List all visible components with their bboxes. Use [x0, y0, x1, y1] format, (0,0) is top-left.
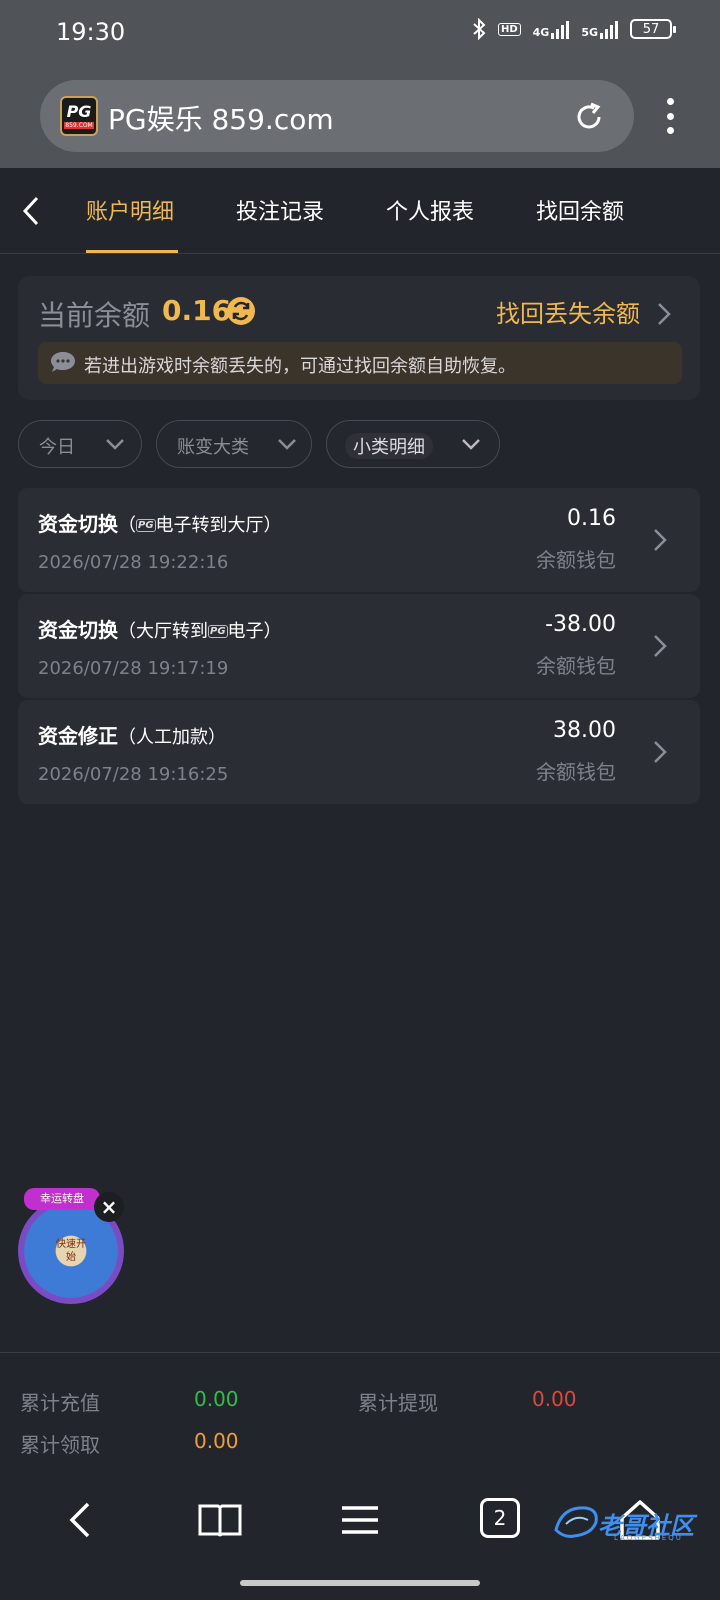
chevron-right-icon[interactable] [652, 526, 668, 554]
record-amount: -38.00 [545, 612, 616, 637]
total-withdraw-label: 累计提现 [358, 1391, 438, 1415]
record-amount: 38.00 [553, 718, 616, 743]
tab-personal-report[interactable]: 个人报表 [386, 194, 474, 226]
more-menu-icon[interactable] [666, 98, 674, 134]
filter-major-category[interactable]: 账变大类 [156, 420, 312, 468]
site-logo-text: PG [66, 101, 92, 121]
address-bar[interactable]: PG 859.COM PG娱乐 859.com [40, 80, 634, 152]
chevron-right-icon[interactable] [652, 738, 668, 766]
recover-notice: 若进出游戏时余额丢失的，可通过找回余额自助恢复。 [38, 342, 682, 384]
url-text[interactable]: PG娱乐 859.com [108, 98, 334, 138]
record-title: 资金修正（人工加款） [38, 720, 226, 749]
recover-lost-balance-link[interactable]: 找回丢失余额 [496, 294, 640, 329]
filter-sub-category[interactable]: 小类明细 [326, 420, 500, 468]
total-claim-value: 0.00 [194, 1429, 239, 1453]
balance-value: 0.16 [162, 294, 232, 327]
total-claim-label: 累计领取 [20, 1433, 100, 1457]
record-sub-pre: （ [118, 515, 136, 536]
record-wallet: 余额钱包 [536, 760, 616, 784]
record-title: 资金切换（大厅转到 PG 电子） [38, 614, 282, 643]
notice-text: 若进出游戏时余额丢失的，可通过找回余额自助恢复。 [84, 356, 516, 377]
network-5g-label: 5G [581, 26, 598, 39]
chevron-down-icon [106, 439, 124, 450]
bookmarks-icon[interactable] [196, 1496, 244, 1544]
browser-chrome: 19:30 HD 4G 5G 57 PG 859.COM PG娱乐 859.co… [0, 0, 720, 168]
record-time: 2026/07/28 19:16:25 [38, 764, 229, 785]
reload-icon[interactable] [572, 100, 606, 134]
status-time: 19:30 [56, 18, 126, 46]
wheel-banner: 幸运转盘 [24, 1188, 100, 1210]
signal-4g-icon: 4G [533, 19, 570, 39]
menu-icon[interactable] [336, 1496, 384, 1544]
chevron-down-icon [278, 439, 296, 450]
status-bar: 19:30 HD 4G 5G 57 [0, 0, 720, 64]
record-sub-pre: （人工加款） [118, 727, 226, 748]
network-4g-label: 4G [532, 26, 550, 39]
chevron-down-icon [462, 439, 480, 450]
dragon-icon [554, 1506, 598, 1538]
record-type: 资金修正 [38, 724, 118, 748]
record-row[interactable]: 资金修正（人工加款） 2026/07/28 19:16:25 38.00 余额钱… [18, 700, 700, 804]
site-logo-domain: 859.COM [64, 121, 94, 129]
total-deposit-value: 0.00 [194, 1387, 239, 1411]
record-sub-text: 电子） [227, 621, 282, 642]
pg-mini-icon: PG [136, 519, 156, 532]
bluetooth-icon [473, 18, 486, 40]
status-icons: HD 4G 5G 57 [472, 18, 676, 40]
summary-panel: 累计充值 0.00 累计提现 0.00 累计领取 0.00 [0, 1352, 720, 1457]
tab-bet-records[interactable]: 投注记录 [236, 194, 324, 226]
record-wallet: 余额钱包 [536, 654, 616, 678]
filter-date-label: 今日 [39, 437, 75, 458]
chevron-right-icon[interactable] [656, 300, 672, 328]
back-arrow-icon[interactable] [20, 194, 44, 228]
watermark-logo: 老哥社区 LAOGESHEQU [552, 1500, 702, 1544]
total-withdraw-value: 0.00 [532, 1387, 577, 1411]
record-wallet: 余额钱包 [536, 548, 616, 572]
active-tab-indicator [86, 250, 178, 253]
site-logo-icon: PG 859.COM [60, 96, 98, 136]
filter-major-label: 账变大类 [177, 437, 249, 458]
tab-recover-balance[interactable]: 找回余额 [536, 194, 624, 226]
nav-back-icon[interactable] [56, 1496, 104, 1544]
record-title: 资金切换（ PG 电子转到大厅） [38, 508, 282, 537]
watermark-subtext: LAOGESHEQU [614, 1534, 683, 1542]
browser-bottom-nav: 2 老哥社区 LAOGESHEQU [0, 1456, 720, 1600]
record-type: 资金切换 [38, 618, 118, 642]
battery-icon: 57 [630, 19, 676, 39]
record-sub-text: 电子转到大厅） [155, 515, 282, 536]
record-row[interactable]: 资金切换（大厅转到 PG 电子） 2026/07/28 19:17:19 -38.0… [18, 594, 700, 698]
record-row[interactable]: 资金切换（ PG 电子转到大厅） 2026/07/28 19:22:16 0.16 … [18, 488, 700, 592]
chat-bubble-icon [51, 352, 75, 372]
hd-badge: HD [497, 22, 521, 36]
record-time: 2026/07/28 19:17:19 [38, 658, 229, 679]
home-indicator[interactable] [240, 1580, 480, 1586]
record-type: 资金切换 [38, 512, 118, 536]
balance-card: 当前余额 0.16 找回丢失余额 若进出游戏时余额丢失的，可通过找回余额自助恢复… [18, 276, 700, 400]
battery-level: 57 [642, 21, 660, 37]
signal-5g-icon: 5G [581, 19, 618, 39]
tabs-count-button[interactable]: 2 [480, 1498, 520, 1538]
pg-mini-icon: PG [208, 625, 228, 638]
record-sub-pre: （大厅转到 [118, 621, 208, 642]
close-icon[interactable]: × [94, 1192, 124, 1222]
refresh-balance-icon[interactable] [226, 296, 256, 326]
balance-label: 当前余额 [38, 299, 151, 332]
total-deposit-label: 累计充值 [20, 1391, 100, 1415]
tab-account-details[interactable]: 账户明细 [86, 194, 174, 226]
record-time: 2026/07/28 19:22:16 [38, 552, 229, 573]
wheel-center-text: 快速开始 [56, 1239, 86, 1263]
filter-sub-label: 小类明细 [345, 433, 433, 459]
filter-date[interactable]: 今日 [18, 420, 142, 468]
record-amount: 0.16 [567, 506, 616, 531]
tab-bar: 账户明细 投注记录 个人报表 找回余额 [0, 168, 720, 254]
chevron-right-icon[interactable] [652, 632, 668, 660]
